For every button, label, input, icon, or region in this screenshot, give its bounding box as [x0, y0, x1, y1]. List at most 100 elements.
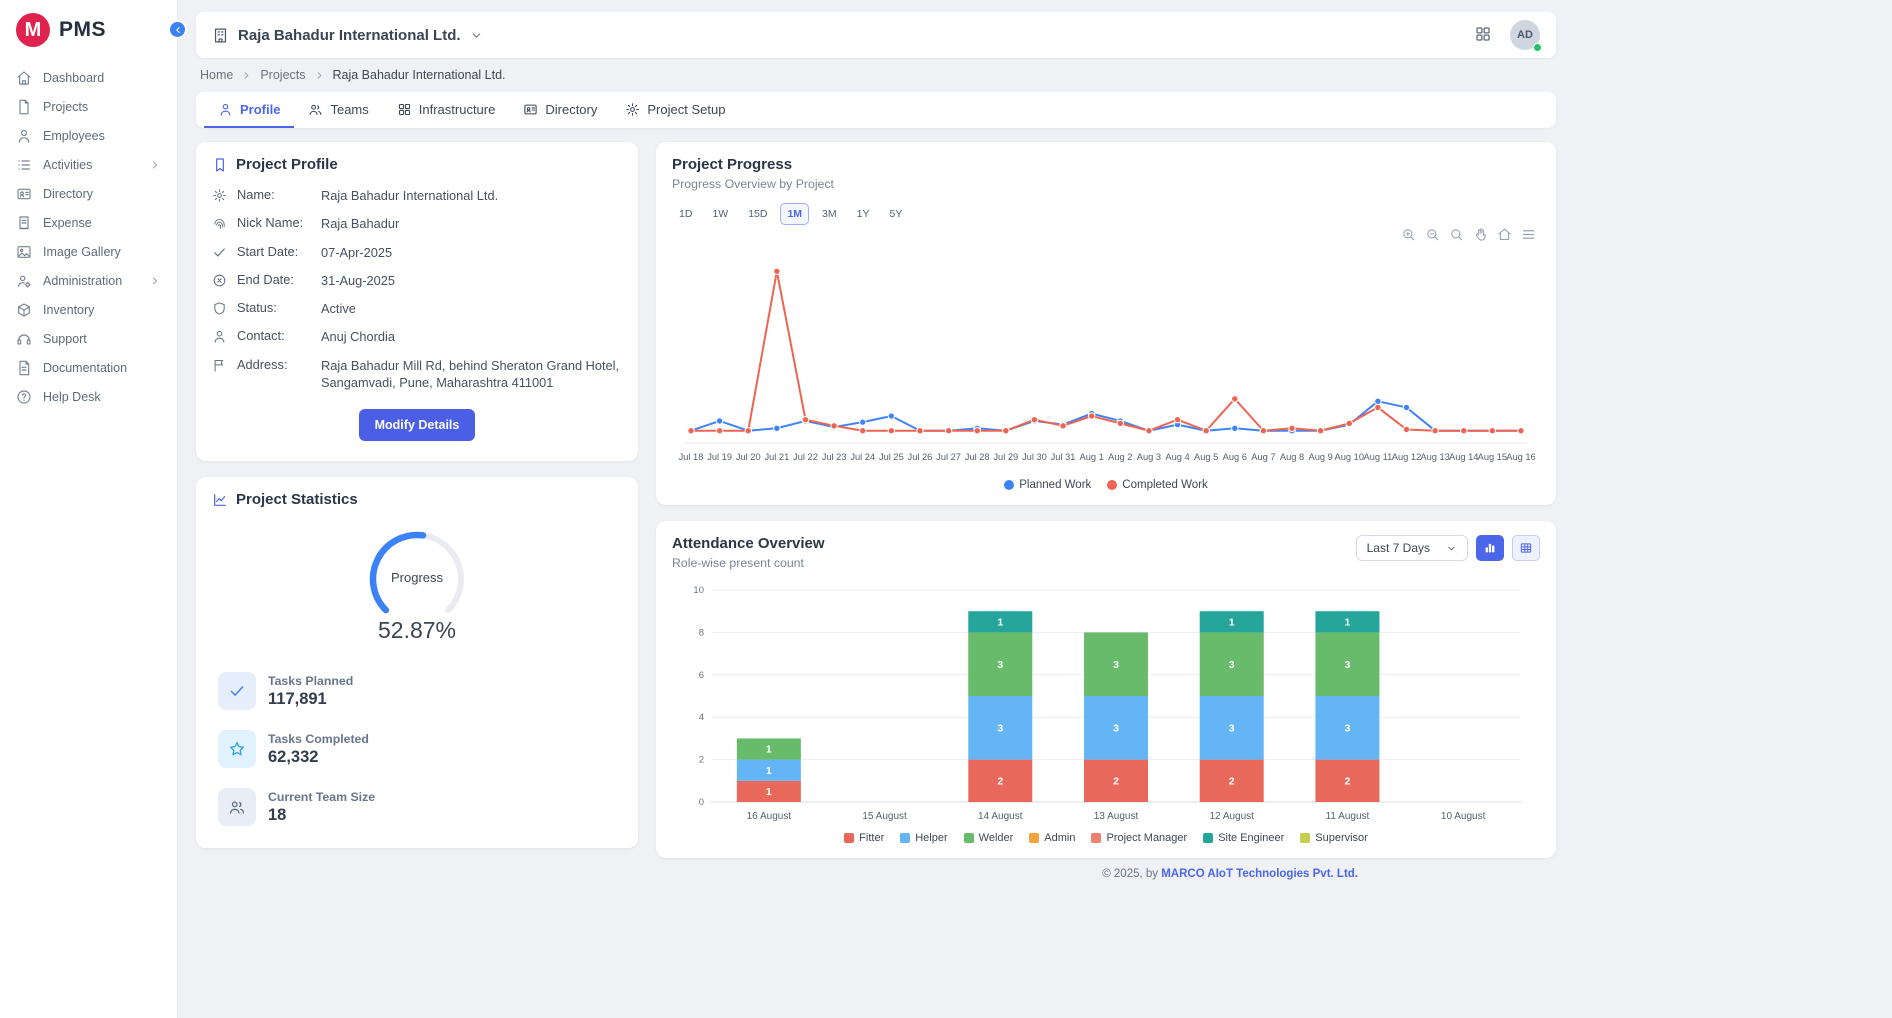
bar-chart-icon: [1483, 541, 1497, 555]
chevron-right-icon: [241, 70, 252, 81]
svg-text:Aug 3: Aug 3: [1137, 452, 1161, 462]
svg-text:Jul 25: Jul 25: [879, 452, 904, 462]
tab-infrastructure[interactable]: Infrastructure: [383, 92, 510, 128]
legend-item[interactable]: Welder: [964, 832, 1014, 844]
sidebar-item-activities[interactable]: Activities: [0, 150, 177, 179]
svg-text:2: 2: [1113, 775, 1119, 787]
chevron-right-icon: [149, 275, 161, 287]
building-icon: [212, 27, 229, 44]
breadcrumb-home[interactable]: Home: [200, 68, 233, 82]
sidebar-item-directory[interactable]: Directory: [0, 179, 177, 208]
svg-text:16 August: 16 August: [747, 811, 792, 822]
range-1w[interactable]: 1W: [705, 203, 735, 225]
sidebar-item-projects[interactable]: Projects: [0, 92, 177, 121]
sidebar-item-expense[interactable]: Expense: [0, 208, 177, 237]
breadcrumb-projects[interactable]: Projects: [260, 68, 305, 82]
svg-text:Jul 31: Jul 31: [1051, 452, 1076, 462]
legend-item[interactable]: Completed Work: [1107, 479, 1207, 491]
footer-company-link[interactable]: MARCO AIoT Technologies Pvt. Ltd.: [1161, 868, 1358, 880]
svg-text:Aug 13: Aug 13: [1420, 452, 1449, 462]
profile-field-end-date: End Date:31-Aug-2025: [212, 272, 622, 289]
gear-icon: [212, 188, 227, 203]
company-selector[interactable]: Raja Bahadur International Ltd.: [212, 27, 483, 44]
range-15d[interactable]: 15D: [741, 203, 774, 225]
app-logo: M PMS: [0, 0, 177, 63]
administration-icon: [16, 273, 32, 289]
sidebar-item-help-desk[interactable]: Help Desk: [0, 382, 177, 411]
attendance-chart-view-button[interactable]: [1476, 535, 1504, 561]
modify-details-button[interactable]: Modify Details: [359, 409, 476, 441]
chart-line-icon: [212, 492, 228, 508]
legend-item[interactable]: Project Manager: [1091, 832, 1187, 844]
svg-text:Aug 2: Aug 2: [1108, 452, 1132, 462]
apps-grid-icon: [1474, 25, 1492, 43]
legend-item[interactable]: Fitter: [844, 832, 884, 844]
svg-text:8: 8: [699, 627, 704, 638]
range-1d[interactable]: 1D: [672, 203, 699, 225]
svg-text:Aug 12: Aug 12: [1392, 452, 1421, 462]
range-1m[interactable]: 1M: [780, 203, 809, 225]
svg-text:1: 1: [766, 765, 772, 777]
help-desk-icon: [16, 389, 32, 405]
svg-text:3: 3: [1345, 659, 1351, 671]
table-icon: [1519, 541, 1533, 555]
chart-zoom-in-button[interactable]: [1401, 227, 1416, 245]
project-profile-card: Project Profile Name:Raja Bahadur Intern…: [196, 142, 638, 461]
project-progress-card: Project Progress Progress Overview by Pr…: [656, 142, 1556, 505]
directory-tab-icon: [523, 102, 538, 117]
stat-tasks-planned: Tasks Planned117,891: [218, 672, 616, 710]
profile-icon: [218, 102, 233, 117]
sidebar-collapse-button[interactable]: [168, 20, 187, 39]
svg-text:13 August: 13 August: [1094, 811, 1139, 822]
sidebar-item-inventory[interactable]: Inventory: [0, 295, 177, 324]
tab-teams[interactable]: Teams: [294, 92, 382, 128]
online-status-dot: [1533, 43, 1542, 52]
chart-selection-zoom-button[interactable]: [1449, 227, 1464, 245]
directory-icon: [16, 186, 32, 202]
footer: © 2025, by MARCO AIoT Technologies Pvt. …: [196, 868, 1358, 880]
user-avatar[interactable]: AD: [1510, 20, 1540, 50]
main-area: Raja Bahadur International Ltd. AD Home …: [178, 0, 1892, 1018]
sidebar-item-image-gallery[interactable]: Image Gallery: [0, 237, 177, 266]
svg-text:2: 2: [1345, 775, 1351, 787]
svg-text:Aug 5: Aug 5: [1194, 452, 1218, 462]
svg-text:1: 1: [766, 786, 772, 798]
range-3m[interactable]: 3M: [815, 203, 844, 225]
svg-text:Aug 1: Aug 1: [1080, 452, 1104, 462]
svg-text:12 August: 12 August: [1209, 811, 1254, 822]
chart-menu-button[interactable]: [1521, 227, 1536, 245]
footer-copyright: © 2025, by: [1102, 868, 1161, 880]
chart-zoom-out-button[interactable]: [1425, 227, 1440, 245]
home-icon: [1497, 227, 1512, 242]
chart-reset-button[interactable]: [1497, 227, 1512, 245]
sidebar-item-dashboard[interactable]: Dashboard: [0, 63, 177, 92]
inventory-icon: [16, 302, 32, 318]
sidebar-item-support[interactable]: Support: [0, 324, 177, 353]
svg-text:Jul 21: Jul 21: [764, 452, 789, 462]
legend-item[interactable]: Site Engineer: [1203, 832, 1284, 844]
svg-text:Jul 27: Jul 27: [936, 452, 961, 462]
svg-text:2: 2: [997, 775, 1003, 787]
tab-project-setup[interactable]: Project Setup: [611, 92, 739, 128]
attendance-range-select[interactable]: Last 7 Days: [1356, 535, 1468, 561]
sidebar-item-employees[interactable]: Employees: [0, 121, 177, 150]
legend-item[interactable]: Admin: [1029, 832, 1075, 844]
breadcrumb-current: Raja Bahadur International Ltd.: [333, 68, 506, 82]
tab-profile[interactable]: Profile: [204, 92, 294, 128]
sidebar-item-documentation[interactable]: Documentation: [0, 353, 177, 382]
range-5y[interactable]: 5Y: [882, 203, 909, 225]
sidebar-item-administration[interactable]: Administration: [0, 266, 177, 295]
range-1y[interactable]: 1Y: [850, 203, 877, 225]
legend-item[interactable]: Helper: [900, 832, 947, 844]
apps-grid-button[interactable]: [1474, 25, 1492, 46]
legend-item[interactable]: Planned Work: [1004, 479, 1091, 491]
chart-pan-button[interactable]: [1473, 227, 1488, 245]
legend-item[interactable]: Supervisor: [1300, 832, 1368, 844]
magnifier-icon: [1449, 227, 1464, 242]
svg-text:14 August: 14 August: [978, 811, 1023, 822]
tab-directory[interactable]: Directory: [509, 92, 611, 128]
attendance-table-view-button[interactable]: [1512, 535, 1540, 561]
profile-field-name: Name:Raja Bahadur International Ltd.: [212, 187, 622, 204]
gear-icon: [625, 102, 640, 117]
progress-chart: Jul 18Jul 19Jul 20Jul 21Jul 22Jul 23Jul …: [677, 245, 1535, 477]
